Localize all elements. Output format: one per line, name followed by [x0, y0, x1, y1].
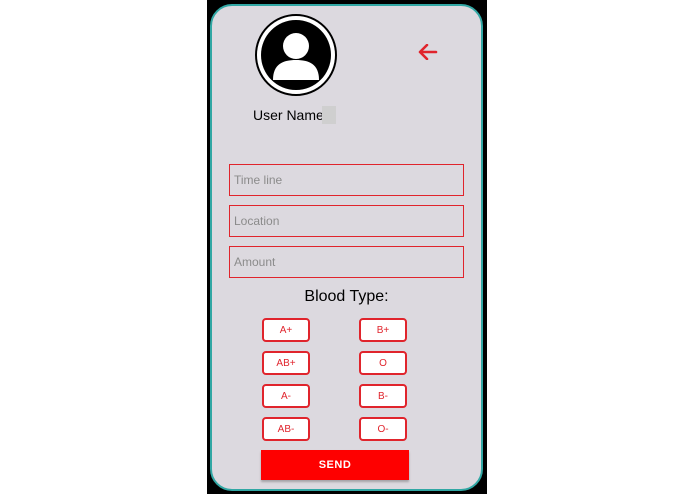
send-button[interactable]: SEND: [261, 450, 409, 480]
avatar: [255, 14, 337, 96]
arrow-left-icon: [418, 44, 438, 60]
blood-type-a-neg-button[interactable]: A-: [262, 384, 310, 408]
blood-type-o-neg-button[interactable]: O-: [359, 417, 407, 441]
username-highlight: [322, 106, 336, 124]
amount-input[interactable]: [229, 246, 464, 278]
back-button[interactable]: [416, 40, 440, 64]
location-input[interactable]: [229, 205, 464, 237]
blood-type-label: Blood Type:: [304, 288, 389, 305]
timeline-input[interactable]: [229, 164, 464, 196]
blood-type-o-pos-button[interactable]: O: [359, 351, 407, 375]
blood-type-ab-pos-button[interactable]: AB+: [262, 351, 310, 375]
user-silhouette-icon: [261, 20, 331, 90]
blood-type-a-pos-button[interactable]: A+: [262, 318, 310, 342]
blood-type-b-pos-button[interactable]: B+: [359, 318, 407, 342]
username-label: User Name: [253, 107, 324, 123]
blood-type-ab-neg-button[interactable]: AB-: [262, 417, 310, 441]
app-screen: User Name Blood Type: A+ B+ AB+ O A- B- …: [210, 4, 483, 491]
blood-type-b-neg-button[interactable]: B-: [359, 384, 407, 408]
